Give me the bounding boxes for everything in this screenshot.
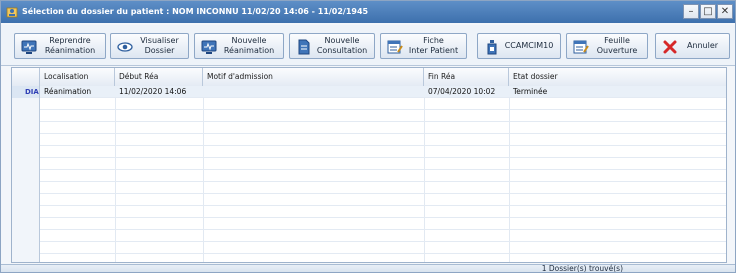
dossier-table[interactable]: Localisation Début Réa Motif d'admission… (11, 67, 727, 263)
annuler-button[interactable]: Annuler (655, 33, 730, 59)
document-icon (298, 39, 310, 55)
empty-table-row (12, 98, 726, 110)
nouvelle-reanimation-button[interactable]: Nouvelle Réanimation (194, 33, 284, 59)
empty-table-row (12, 134, 726, 146)
monitor-icon (21, 40, 37, 54)
nouvelle-consultation-label: Nouvelle Consultation (316, 36, 368, 55)
window-title: Sélection du dossier du patient : NOM IN… (22, 7, 369, 16)
row-selector (12, 218, 40, 230)
empty-table-row (12, 194, 726, 206)
ccamcim10-button[interactable]: CCAMCIM10 (477, 33, 561, 59)
fiche-inter-patient-button[interactable]: Fiche Inter Patient (380, 33, 467, 59)
maximize-button[interactable]: □ (700, 4, 716, 19)
row-selector (12, 182, 40, 194)
visualiser-dossier-button[interactable]: Visualiser Dossier (110, 33, 189, 59)
eye-icon (117, 42, 133, 52)
cell-debut-rea: 11/02/2020 14:06 (119, 87, 187, 96)
empty-table-row (12, 182, 726, 194)
empty-table-row (12, 206, 726, 218)
visualiser-label: Visualiser Dossier (140, 36, 179, 55)
bottle-icon (487, 40, 497, 55)
row-selector (12, 170, 40, 182)
table-header: Localisation Début Réa Motif d'admission… (12, 68, 726, 87)
row-selector (12, 206, 40, 218)
empty-table-row (12, 218, 726, 230)
app-icon (6, 7, 18, 18)
status-bar: 1 Dossier(s) trouvé(s) (1, 264, 735, 273)
col-debut-rea[interactable]: Début Réa (115, 68, 203, 86)
row-selector (12, 158, 40, 170)
empty-table-row (12, 146, 726, 158)
row-selector-header (12, 68, 40, 86)
dia-tag: DIA (25, 88, 39, 96)
empty-table-row (12, 158, 726, 170)
reprendre-reanimation-button[interactable]: Reprendre Réanimation (14, 33, 106, 59)
col-motif-admission[interactable]: Motif d'admission (203, 68, 424, 86)
record-count: 1 Dossier(s) trouvé(s) (541, 264, 623, 273)
empty-table-row (12, 122, 726, 134)
ccamcim10-label: CCAMCIM10 (504, 41, 554, 50)
dossier-selection-window: Sélection du dossier du patient : NOM IN… (0, 0, 736, 273)
empty-table-row (12, 242, 726, 254)
fiche-label: Fiche Inter Patient (408, 36, 459, 55)
empty-table-row (12, 170, 726, 182)
row-selector (12, 254, 40, 262)
col-localisation[interactable]: Localisation (40, 68, 115, 86)
cell-fin-rea: 07/04/2020 10:02 (428, 87, 496, 96)
toolbar: Reprendre Réanimation Visualiser Dossier… (1, 25, 735, 66)
cell-motif (203, 86, 207, 98)
feuille-ouverture-button[interactable]: Feuille Ouverture (566, 33, 648, 59)
row-selector (12, 194, 40, 206)
window-controls: – □ ✕ (682, 4, 733, 19)
monitor-icon (201, 40, 217, 54)
row-selector (12, 230, 40, 242)
col-etat-dossier[interactable]: Etat dossier (509, 68, 726, 86)
table-row[interactable]: DIA Réanimation 11/02/2020 14:06 07/04/2… (12, 86, 726, 98)
row-selector (12, 146, 40, 158)
form-edit-icon (573, 40, 589, 54)
col-fin-rea[interactable]: Fin Réa (424, 68, 509, 86)
nouvelle-reanimation-label: Nouvelle Réanimation (223, 36, 275, 55)
form-edit-icon (387, 40, 403, 54)
annuler-label: Annuler (686, 41, 719, 50)
row-selector (12, 110, 40, 122)
nouvelle-consultation-button[interactable]: Nouvelle Consultation (289, 33, 375, 59)
empty-table-row (12, 110, 726, 122)
cancel-x-icon (663, 40, 677, 54)
minimize-button[interactable]: – (683, 4, 699, 19)
row-selector (12, 122, 40, 134)
close-button[interactable]: ✕ (717, 4, 733, 19)
cell-localisation: Réanimation (44, 87, 92, 96)
empty-table-row (12, 254, 726, 262)
cell-etat-dossier: Terminée (513, 87, 548, 96)
empty-table-row (12, 230, 726, 242)
feuille-label: Feuille Ouverture (596, 36, 638, 55)
reprendre-label: Reprendre Réanimation (44, 36, 96, 55)
title-bar[interactable]: Sélection du dossier du patient : NOM IN… (1, 1, 735, 23)
row-selector (12, 242, 40, 254)
row-selector (12, 98, 40, 110)
row-selector (12, 134, 40, 146)
